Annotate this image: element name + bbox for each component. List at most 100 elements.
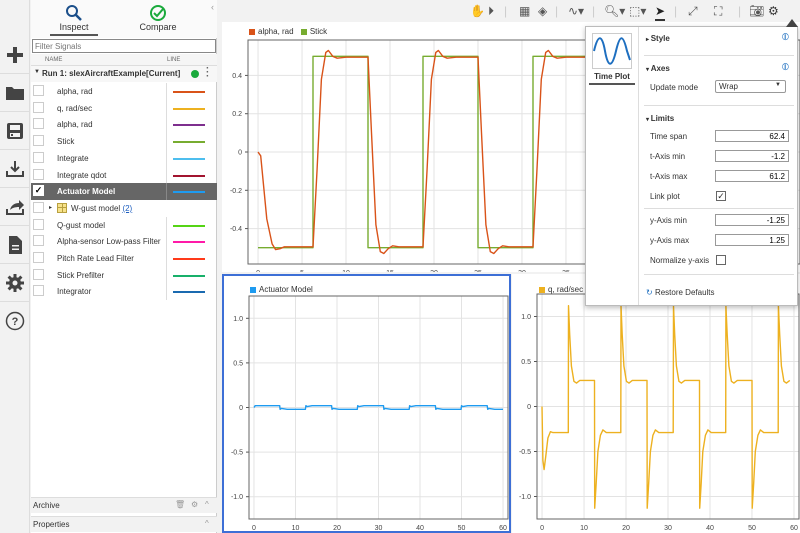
tab-inspect[interactable]: Inspect	[39, 2, 109, 38]
more-options-icon[interactable]: · · ·	[206, 64, 209, 82]
signal-row[interactable]: Integrate	[31, 149, 217, 167]
signal-checkbox[interactable]	[33, 168, 44, 180]
time-plot-label[interactable]: Time Plot	[589, 72, 635, 85]
signal-line-swatch[interactable]	[173, 91, 205, 93]
signal-row[interactable]: Stick	[31, 133, 217, 151]
tab-compare[interactable]: Compare	[123, 2, 193, 38]
signal-row[interactable]: Integrate qdot	[31, 166, 217, 184]
signal-checkbox[interactable]: ✓	[33, 185, 44, 197]
y-axis-max-input[interactable]	[715, 234, 789, 246]
signal-checkbox[interactable]	[33, 151, 44, 163]
link-plot-checkbox[interactable]: ✓	[716, 191, 726, 201]
chevron-up-icon[interactable]: ^	[205, 519, 209, 528]
signal-icon[interactable]: ∿▾	[568, 3, 584, 19]
update-mode-select[interactable]: Wrap ▼	[715, 80, 786, 93]
signal-row[interactable]: Stick Prefilter	[31, 266, 217, 284]
y-axis-min-input[interactable]	[715, 214, 789, 226]
help-icon[interactable]: ?	[0, 302, 30, 340]
signal-row[interactable]: alpha, rad	[31, 116, 217, 134]
restore-defaults-button[interactable]: ↻ Restore Defaults	[646, 288, 715, 297]
archive-gear-icon[interactable]: ⚙	[191, 500, 198, 509]
folder-icon[interactable]	[0, 74, 30, 112]
layout-icon[interactable]: ▦	[519, 3, 530, 19]
signal-line-swatch[interactable]	[173, 174, 205, 177]
expand-group-icon[interactable]: ▸	[49, 204, 52, 211]
style-section-header[interactable]: ▸ Style	[646, 34, 670, 43]
t-axis-min-input[interactable]	[715, 150, 789, 162]
x-tick-label: 50	[458, 525, 466, 531]
expand-run-icon[interactable]: ▼	[34, 69, 40, 75]
signal-line-swatch[interactable]	[173, 258, 205, 260]
gear-icon[interactable]	[0, 264, 30, 302]
signal-row[interactable]: Q-gust model	[31, 216, 217, 234]
filter-signals-input[interactable]	[32, 39, 216, 53]
name-column-header[interactable]: NAME	[45, 57, 62, 63]
eraser-icon[interactable]: ◈	[538, 3, 547, 19]
signal-line-swatch[interactable]	[173, 157, 205, 160]
fullscreen-icon[interactable]: ⛶	[714, 3, 722, 19]
link-plot-label: Link plot	[650, 192, 680, 201]
x-tick-label: 15	[386, 270, 394, 272]
signal-line-swatch[interactable]	[173, 191, 205, 194]
signal-checkbox[interactable]	[33, 268, 44, 280]
chevron-up-icon[interactable]: ^	[205, 500, 209, 509]
signal-line-swatch[interactable]	[173, 124, 205, 127]
line-column-header[interactable]: LINE	[167, 57, 180, 63]
run-row[interactable]: ▼ Run 1: slexAircraftExample[Current] · ·…	[31, 64, 217, 82]
signal-checkbox[interactable]	[33, 252, 44, 263]
signal-line-swatch[interactable]	[173, 274, 205, 277]
signal-checkbox[interactable]	[33, 218, 44, 230]
plot-bottom-right[interactable]: q, rad/sec 0 10 20 30 40 50 60 -1.0 -0.5 0 0.5 1.0	[512, 274, 800, 533]
play-icon[interactable]: ⏵	[488, 3, 494, 19]
signal-checkbox[interactable]	[33, 201, 44, 213]
signal-checkbox[interactable]	[33, 118, 44, 130]
trash-icon[interactable]: 🗑	[175, 500, 185, 509]
cursor-icon[interactable]: ➤	[655, 3, 666, 21]
signal-line-swatch[interactable]	[173, 291, 205, 294]
y-tick-label: -1.0	[231, 494, 243, 501]
signal-row[interactable]: Pitch Rate Lead Filter	[31, 250, 217, 267]
signal-row[interactable]: ✓ Actuator Model	[31, 183, 217, 201]
signal-line-swatch[interactable]	[173, 141, 205, 144]
signal-checkbox[interactable]	[33, 135, 44, 147]
limits-section-header[interactable]: ▾ Limits	[646, 114, 674, 123]
time-span-input[interactable]	[715, 130, 789, 142]
normalize-y-axis-checkbox[interactable]	[716, 255, 726, 265]
camera-icon[interactable]: 📷︎	[749, 3, 764, 19]
time-plot-thumbnail[interactable]	[592, 33, 632, 69]
signal-row[interactable]: Integrator	[31, 283, 217, 301]
properties-bar[interactable]: Properties ^	[31, 516, 217, 532]
signal-checkbox[interactable]	[33, 85, 44, 96]
pan-icon[interactable]: ✋	[470, 3, 485, 19]
download-icon[interactable]	[0, 150, 30, 188]
expand-icon[interactable]: ⤢	[688, 3, 698, 19]
t-axis-max-input[interactable]	[715, 170, 789, 182]
fit-icon[interactable]: ⬚▾	[629, 3, 646, 19]
save-icon[interactable]	[0, 112, 30, 150]
left-toolbar: ?	[0, 0, 30, 533]
signal-checkbox[interactable]	[33, 235, 44, 247]
signal-group-row[interactable]: ▸ W-gust model (2)	[31, 200, 217, 217]
signal-row[interactable]: q, rad/sec	[31, 99, 217, 117]
y-tick-label: -0.5	[519, 449, 531, 456]
link-toggle-icon[interactable]: ⦶	[782, 32, 789, 43]
group-count-link[interactable]: (2)	[122, 204, 132, 213]
signal-row[interactable]: Alpha-sensor Low-pass Filter	[31, 233, 217, 251]
gear-icon[interactable]: ⚙	[768, 3, 779, 19]
signal-row[interactable]: alpha, rad	[31, 83, 217, 100]
add-icon[interactable]	[0, 36, 30, 74]
plot-bottom-left[interactable]: Actuator Model 0 10 20 30 40 50 60 -1.0 -0.5 0 0.5…	[222, 274, 511, 533]
collapse-panel-icon[interactable]: ‹	[211, 2, 214, 12]
zoom-icon[interactable]: 🔍︎▾	[604, 3, 625, 19]
axes-section-header[interactable]: ▾ Axes	[646, 64, 670, 73]
signal-checkbox[interactable]	[33, 101, 44, 113]
signal-checkbox[interactable]	[33, 285, 44, 297]
signal-line-swatch[interactable]	[173, 224, 205, 227]
link-toggle-icon[interactable]: ⦶	[782, 62, 789, 73]
document-icon[interactable]	[0, 226, 30, 264]
x-tick-label: 30	[518, 270, 526, 272]
share-icon[interactable]	[0, 188, 30, 226]
archive-bar[interactable]: Archive 🗑 ⚙ ^	[31, 497, 217, 513]
signal-line-swatch[interactable]	[173, 107, 205, 110]
signal-line-swatch[interactable]	[173, 241, 205, 244]
